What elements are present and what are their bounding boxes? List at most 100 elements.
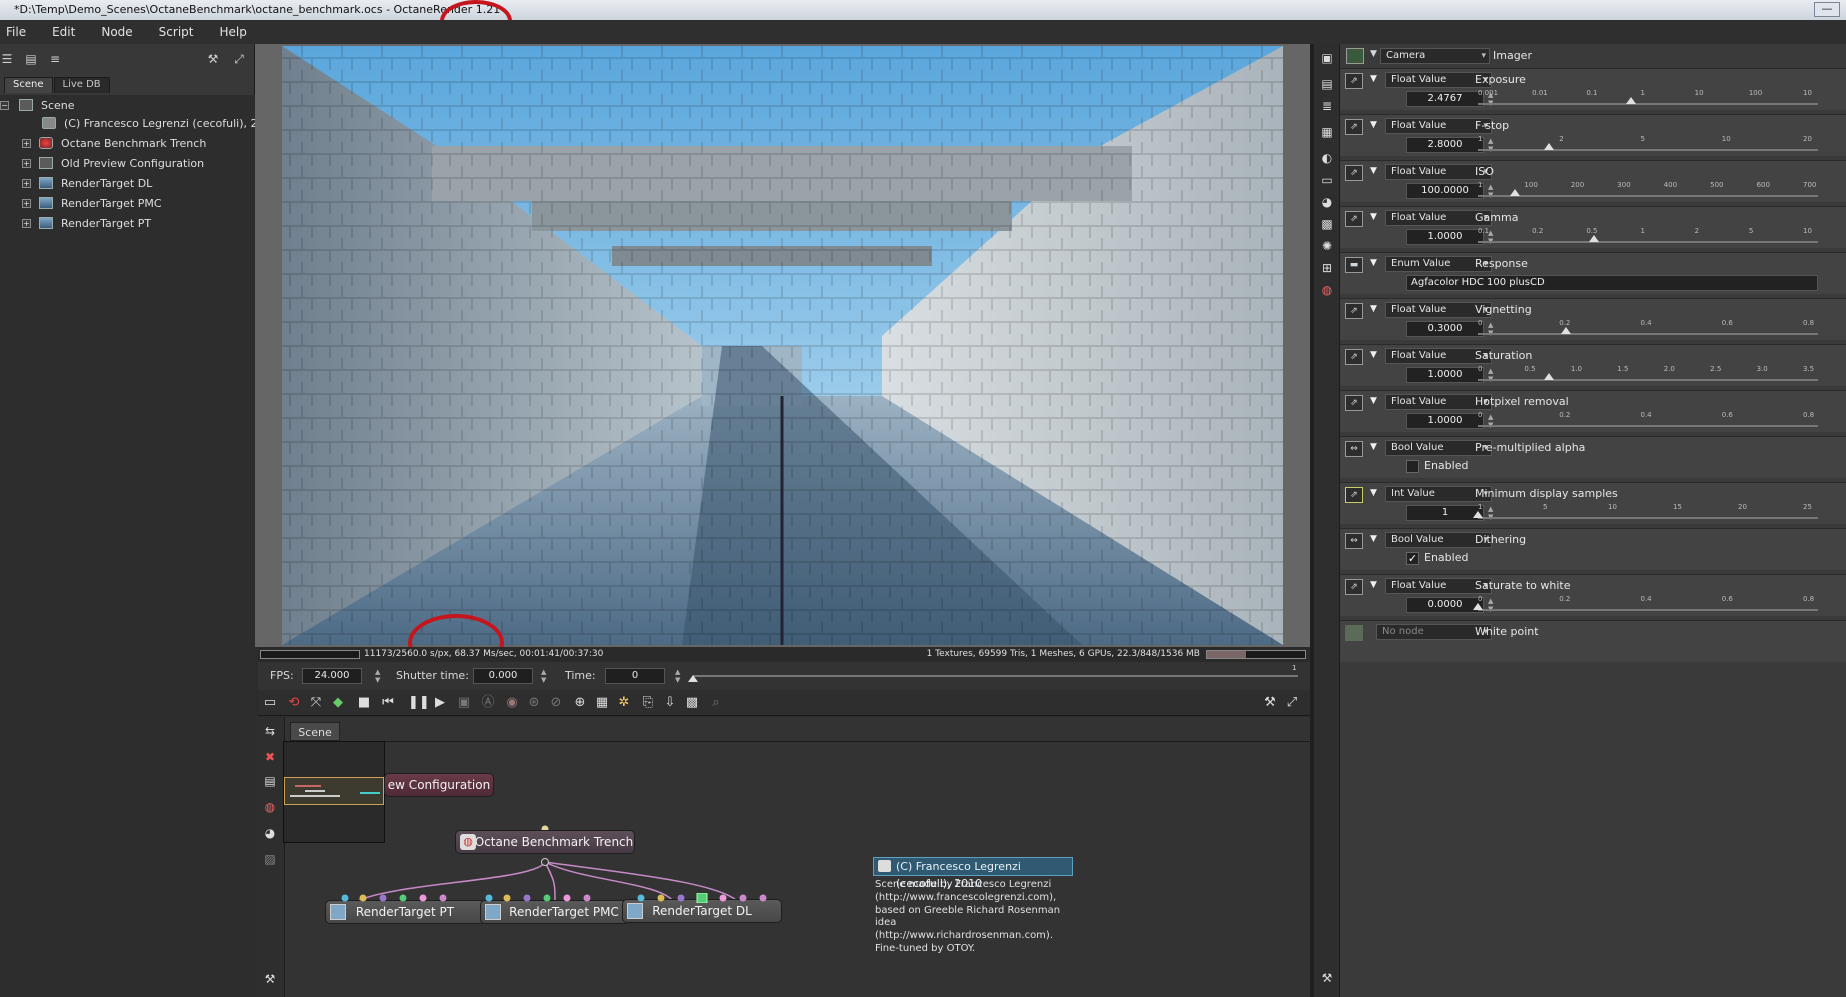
- param-type-icon[interactable]: ⇗: [1345, 579, 1363, 595]
- param-type-icon[interactable]: ⇗: [1345, 303, 1363, 319]
- param-type-icon[interactable]: ⇗: [1345, 349, 1363, 365]
- minimap-viewport[interactable]: [284, 777, 384, 805]
- time-field[interactable]: 0: [605, 668, 665, 684]
- layers-icon[interactable]: ▤: [1319, 76, 1335, 92]
- import-icon[interactable]: ▤: [262, 773, 278, 789]
- wrench-icon[interactable]: ⚒: [1319, 970, 1335, 986]
- color-picker-icon[interactable]: ◉: [504, 695, 520, 711]
- tab-live-db[interactable]: Live DB: [53, 77, 110, 93]
- save-icon[interactable]: ▤: [24, 52, 38, 66]
- collapse-triangle[interactable]: ▼: [1370, 488, 1377, 498]
- collapse-triangle[interactable]: ▼: [1370, 74, 1377, 84]
- node-preview-configuration[interactable]: ew Configuration: [384, 773, 494, 797]
- param-slider[interactable]: [1478, 609, 1818, 611]
- maximize-icon[interactable]: ⤢: [1284, 695, 1300, 711]
- menu-help[interactable]: Help: [219, 25, 246, 39]
- fps-spinner[interactable]: ▲ ▼: [375, 668, 383, 684]
- expand-toggle[interactable]: +: [22, 138, 31, 148]
- param-value-field[interactable]: 1.0000: [1406, 229, 1484, 245]
- tree-item-rendertarget-dl[interactable]: + RenderTarget DL: [22, 173, 152, 193]
- param-slider[interactable]: [1478, 333, 1818, 335]
- param-slider[interactable]: [1478, 149, 1818, 151]
- tree-item-scene[interactable]: − Scene: [0, 95, 75, 115]
- node-octane-benchmark-trench[interactable]: ◍ Octane Benchmark Trench: [455, 830, 635, 854]
- lock-icon[interactable]: ✲: [616, 695, 632, 711]
- param-value-field[interactable]: 100.0000: [1406, 183, 1484, 199]
- param-checkbox[interactable]: [1406, 460, 1419, 473]
- film-icon[interactable]: ▭: [1319, 172, 1335, 188]
- tree-item-trench[interactable]: + Octane Benchmark Trench: [22, 133, 206, 153]
- menu-file[interactable]: File: [6, 25, 26, 39]
- param-slider[interactable]: [1478, 425, 1818, 427]
- collapse-toggle[interactable]: −: [0, 100, 9, 110]
- pause-icon[interactable]: ❚❚: [408, 695, 430, 711]
- picture-icon[interactable]: ▩: [1319, 216, 1335, 232]
- tree-item-comment[interactable]: (C) Francesco Legrenzi (cecofuli), 2010: [42, 113, 279, 133]
- pick-focus-icon[interactable]: ⊛: [526, 695, 542, 711]
- collapse-triangle[interactable]: ▼: [1370, 442, 1377, 452]
- restart-render-icon[interactable]: ⟲: [286, 695, 302, 711]
- param-checkbox[interactable]: ✓: [1406, 552, 1419, 565]
- collapse-triangle[interactable]: ▼: [1370, 534, 1377, 544]
- export-icon[interactable]: ⇩: [662, 695, 678, 711]
- recenter-icon[interactable]: ⤧: [308, 695, 324, 711]
- render-image[interactable]: [282, 46, 1283, 645]
- camera-combo[interactable]: Camera: [1380, 48, 1490, 64]
- param-type-icon[interactable]: ⇗: [1345, 73, 1363, 89]
- time-slider[interactable]: [693, 675, 1298, 677]
- tab-scene[interactable]: Scene: [4, 77, 53, 93]
- param-value-field[interactable]: 1.0000: [1406, 367, 1484, 383]
- film-region-icon[interactable]: ▦: [594, 695, 610, 711]
- sun-icon[interactable]: ✺: [1319, 238, 1335, 254]
- graph-tab-scene[interactable]: Scene: [290, 722, 340, 741]
- rearrange-icon[interactable]: ⇆: [262, 723, 278, 739]
- copy-icon[interactable]: ⎘: [640, 695, 656, 711]
- param-slider-thumb[interactable]: [1588, 235, 1599, 242]
- param-value-field[interactable]: 2.4767: [1406, 91, 1484, 107]
- time-slider-thumb[interactable]: [688, 675, 698, 682]
- param-slider[interactable]: [1478, 103, 1818, 105]
- af-icon[interactable]: Ⓐ: [480, 695, 496, 711]
- collapse-triangle[interactable]: ▼: [1370, 396, 1377, 406]
- menu-node[interactable]: Node: [101, 25, 132, 39]
- tree-item-old-preview[interactable]: + Old Preview Configuration: [22, 153, 204, 173]
- param-slider-thumb[interactable]: [1473, 603, 1483, 610]
- param-type-icon[interactable]: ⇔: [1345, 533, 1363, 549]
- tree-item-rendertarget-pt[interactable]: + RenderTarget PT: [22, 213, 151, 233]
- delete-unconnected-icon[interactable]: ✖: [262, 749, 278, 765]
- material-icon[interactable]: ◕: [262, 825, 278, 841]
- save-render-icon[interactable]: ▩: [684, 695, 700, 711]
- image-icon[interactable]: ▦: [1319, 124, 1335, 140]
- param-type-icon[interactable]: ⇗: [1345, 211, 1363, 227]
- param-type-icon[interactable]: ▬: [1345, 257, 1363, 273]
- param-slider-thumb[interactable]: [1510, 189, 1521, 196]
- tree-item-rendertarget-pmc[interactable]: + RenderTarget PMC: [22, 193, 162, 213]
- collapse-triangle[interactable]: ▼: [1370, 304, 1377, 314]
- param-type-icon[interactable]: ⇗: [1345, 395, 1363, 411]
- shutter-spinner[interactable]: ▲ ▼: [541, 668, 549, 684]
- collapse-triangle[interactable]: ▼: [1370, 258, 1377, 268]
- mesh-icon[interactable]: ◍: [262, 799, 278, 815]
- expand-toggle[interactable]: +: [22, 218, 31, 228]
- zoom-icon[interactable]: ⊕: [572, 695, 588, 711]
- menu-script[interactable]: Script: [159, 25, 194, 39]
- maximize-icon[interactable]: ⤢: [232, 52, 246, 66]
- param-slider[interactable]: [1478, 195, 1818, 197]
- shutter-field[interactable]: 0.000: [473, 668, 533, 684]
- mesh-icon[interactable]: ◍: [1319, 282, 1335, 298]
- param-slider[interactable]: [1478, 379, 1818, 381]
- param-slider[interactable]: [1478, 241, 1818, 243]
- collapse-all-icon[interactable]: ☰: [0, 52, 14, 66]
- expand-toggle[interactable]: +: [22, 158, 31, 168]
- stop-icon[interactable]: ■: [356, 695, 372, 711]
- param-type-icon[interactable]: [1345, 625, 1363, 641]
- expand-toggle[interactable]: +: [22, 198, 31, 208]
- menu-edit[interactable]: Edit: [52, 25, 75, 39]
- node-rendertarget-pt[interactable]: RenderTarget PT: [325, 900, 485, 924]
- color-cube-icon[interactable]: ◆: [330, 695, 346, 711]
- collapse-triangle[interactable]: ▼: [1370, 166, 1377, 176]
- material-pick-icon[interactable]: ⊘: [548, 695, 564, 711]
- fps-field[interactable]: 24.000: [302, 668, 362, 684]
- param-type-icon[interactable]: ⇗: [1345, 487, 1363, 503]
- list-icon[interactable]: ≡: [48, 52, 62, 66]
